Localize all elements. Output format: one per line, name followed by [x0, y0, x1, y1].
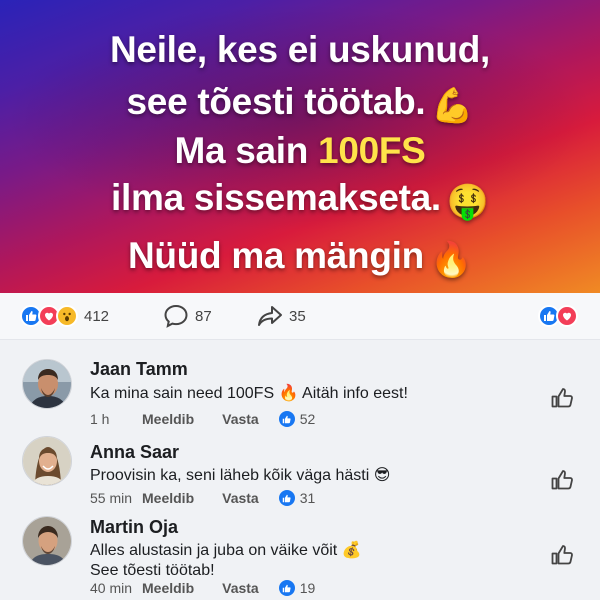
thumbs-up-icon[interactable] — [550, 468, 574, 492]
avatar[interactable] — [22, 516, 72, 566]
share-link[interactable]: 35 — [257, 304, 306, 328]
love-icon — [556, 305, 578, 327]
hero-line-2: see tõesti töötab. 💪 — [0, 80, 600, 128]
like-icon — [278, 580, 295, 596]
thumbs-up-icon[interactable] — [550, 543, 574, 567]
comment-like-count[interactable]: 52 — [278, 411, 316, 427]
hero-text-1: Neile, kes ei uskunud, — [110, 29, 490, 70]
comment-author[interactable]: Martin Oja — [90, 517, 178, 538]
reaction-badges[interactable] — [538, 304, 578, 328]
comments-link[interactable]: 87 — [163, 304, 212, 328]
comment-meta: 40 min Meeldib Vasta 19 — [90, 580, 315, 596]
like-icon — [278, 490, 295, 506]
comment-count: 87 — [195, 307, 212, 325]
hero-line-1: Neile, kes ei uskunud, — [0, 28, 600, 72]
hero-text-5: Nüüd ma mängin — [128, 235, 424, 276]
reply-button[interactable]: Vasta — [222, 580, 259, 596]
reaction-count: 412 — [84, 307, 110, 325]
comment-author[interactable]: Anna Saar — [90, 442, 179, 463]
like-count: 19 — [299, 580, 316, 596]
avatar[interactable] — [22, 436, 72, 486]
comment-meta: 1 h Meeldib Vasta 52 — [90, 411, 315, 427]
comment-like-count[interactable]: 19 — [278, 580, 316, 596]
like-button[interactable]: Meeldib — [142, 411, 194, 427]
hero-line-4: ilma sissemakseta. 🤑 — [0, 176, 600, 224]
comment-time[interactable]: 1 h — [90, 411, 142, 427]
comment-text: Ka mina sain need 100FS 🔥 Aitäh info ees… — [90, 385, 408, 402]
comment-time[interactable]: 40 min — [90, 580, 142, 596]
comment-text: Proovisin ka, seni läheb kõik väga hästi… — [90, 467, 391, 484]
hero-text-2: see tõesti töötab. — [126, 81, 426, 122]
hero-highlight: 100FS — [318, 130, 426, 171]
wow-icon — [56, 305, 78, 327]
like-count: 31 — [299, 490, 316, 506]
comment-icon — [164, 304, 188, 328]
like-count: 52 — [299, 411, 316, 427]
money-face-icon: 🤑 — [446, 182, 489, 222]
hero-line-3: Ma sain 100FS — [0, 129, 600, 173]
like-button[interactable]: Meeldib — [142, 580, 194, 596]
fire-icon: 🔥 — [429, 240, 472, 280]
thumbs-up-icon[interactable] — [550, 386, 574, 410]
comment-text: Alles alustasin ja juba on väike võit 💰 … — [90, 542, 362, 579]
comment-time[interactable]: 55 min — [90, 490, 142, 506]
share-count: 35 — [289, 307, 306, 325]
reaction-summary[interactable]: 412 — [20, 304, 109, 328]
hero-line-5: Nüüd ma mängin 🔥 — [0, 234, 600, 282]
comment-author[interactable]: Jaan Tamm — [90, 359, 188, 380]
like-button[interactable]: Meeldib — [142, 490, 194, 506]
hero-text-4: ilma sissemakseta. — [111, 177, 441, 218]
reply-button[interactable]: Vasta — [222, 490, 259, 506]
comment-like-count[interactable]: 31 — [278, 490, 316, 506]
avatar[interactable] — [22, 359, 72, 409]
like-icon — [278, 411, 295, 427]
hero-text-3: Ma sain — [174, 130, 319, 171]
post-image: Neile, kes ei uskunud, see tõesti töötab… — [0, 0, 600, 293]
flexed-biceps-icon: 💪 — [431, 86, 474, 126]
reply-button[interactable]: Vasta — [222, 411, 259, 427]
share-icon — [258, 306, 282, 326]
comment-meta: 55 min Meeldib Vasta 31 — [90, 490, 315, 506]
reactions-bar: 412 87 35 — [0, 293, 600, 340]
